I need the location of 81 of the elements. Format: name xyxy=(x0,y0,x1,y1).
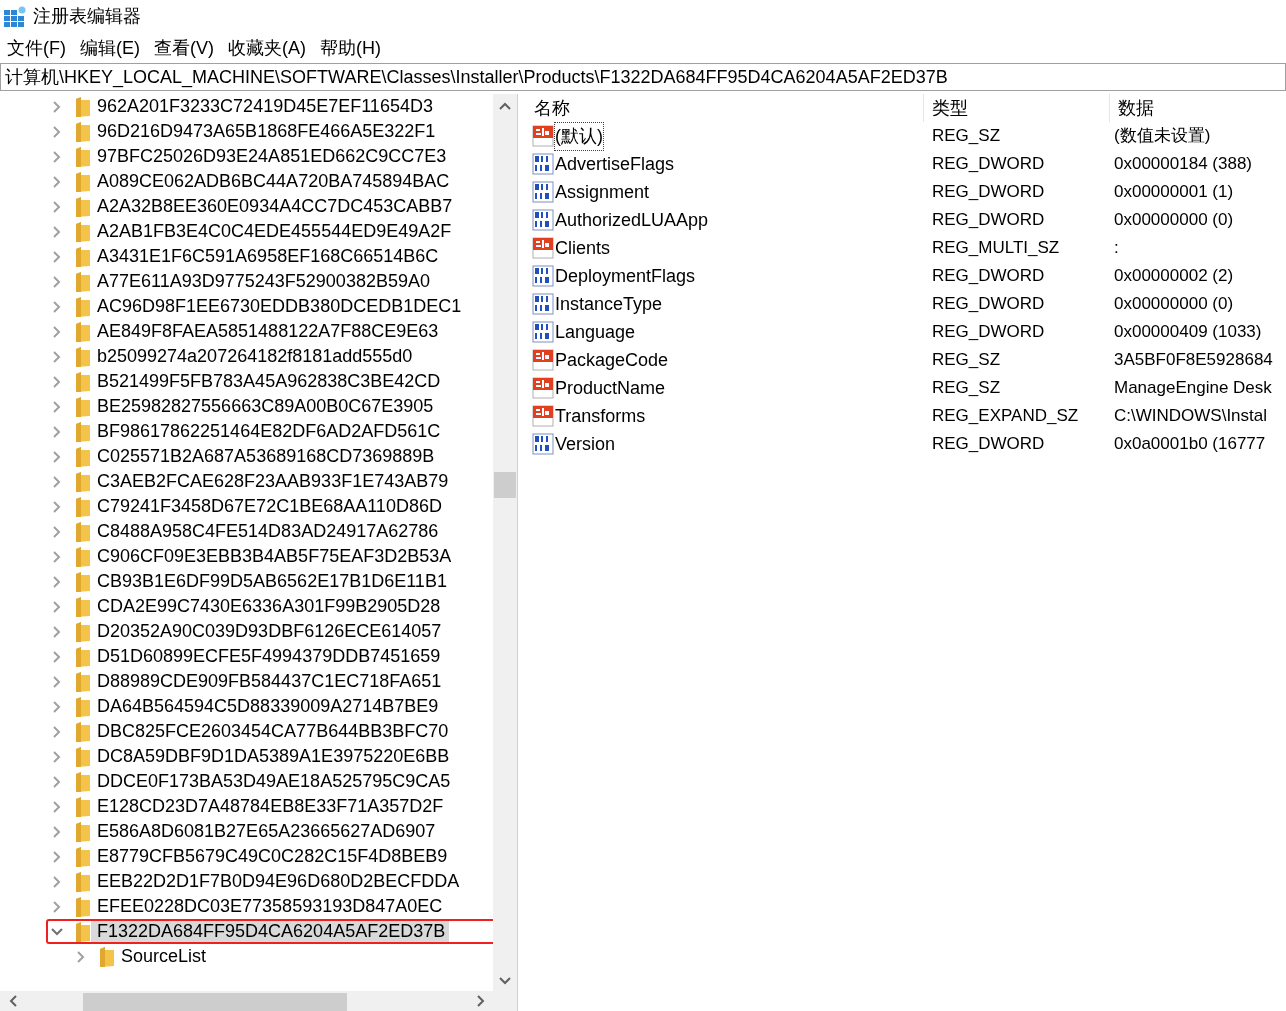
tree-item[interactable]: A3431E1F6C591A6958EF168C66514B6C xyxy=(91,246,443,267)
value-data: : xyxy=(1114,238,1119,258)
menu-item[interactable]: 帮助(H) xyxy=(320,34,381,62)
value-name[interactable]: DeploymentFlags xyxy=(555,262,696,290)
value-type: REG_SZ xyxy=(932,350,1001,370)
value-data: 3A5BF0F8E5928684 xyxy=(1114,350,1273,370)
value-data: 0x00000409 (1033) xyxy=(1114,322,1262,342)
tree-item[interactable]: A089CE062ADB6BC44A720BA745894BAC xyxy=(91,171,454,192)
value-data: 0x00000000 (0) xyxy=(1114,210,1234,230)
tree-item[interactable]: DBC825FCE2603454CA77B644BB3BFC70 xyxy=(91,721,453,742)
value-name[interactable]: InstanceType xyxy=(555,290,663,318)
value-type: REG_DWORD xyxy=(932,294,1045,314)
tree-item[interactable]: D88989CDE909FB584437C1EC718FA651 xyxy=(91,671,446,692)
value-data: 0x00000001 (1) xyxy=(1114,182,1234,202)
tree-item[interactable]: EEB22D2D1F7B0D94E96D680D2BECFDDA xyxy=(91,871,464,892)
value-type: REG_DWORD xyxy=(932,322,1045,342)
value-type: REG_EXPAND_SZ xyxy=(932,406,1079,426)
tree-item[interactable]: DC8A59DBF9D1DA5389A1E3975220E6BB xyxy=(91,746,454,767)
tree-item[interactable]: C79241F3458D67E72C1BE68AA110D86D xyxy=(91,496,446,517)
value-data: 0x00000002 (2) xyxy=(1114,266,1234,286)
tree-item[interactable]: A77E611A93D9775243F52900382B59A0 xyxy=(91,271,434,292)
tree-item[interactable]: SourceList xyxy=(115,946,211,967)
value-data: ManageEngine Desk xyxy=(1114,378,1272,398)
value-name[interactable]: ProductName xyxy=(555,374,666,402)
tree-item[interactable]: D51D60899ECFE5F4994379DDB7451659 xyxy=(91,646,445,667)
tree-item[interactable]: CDA2E99C7430E6336A301F99B2905D28 xyxy=(91,596,445,617)
tree-item[interactable]: 97BFC25026D93E24A851ED662C9CC7E3 xyxy=(91,146,451,167)
tree-item[interactable]: EFEE0228DC03E77358593193D847A0EC xyxy=(91,896,447,917)
value-type: REG_DWORD xyxy=(932,434,1045,454)
value-type: REG_DWORD xyxy=(932,154,1045,174)
tree-item[interactable]: AC96D98F1EE6730EDDB380DCEDB1DEC1 xyxy=(91,296,466,317)
value-name[interactable]: PackageCode xyxy=(555,346,669,374)
value-name[interactable]: Version xyxy=(555,430,616,458)
menu-item[interactable]: 文件(F) xyxy=(7,34,66,62)
tree-item[interactable]: C025571B2A687A53689168CD7369889B xyxy=(91,446,439,467)
tree-item[interactable]: D20352A90C039D93DBF6126ECE614057 xyxy=(91,621,446,642)
tree-item[interactable]: CB93B1E6DF99D5AB6562E17B1D6E11B1 xyxy=(91,571,451,592)
column-header[interactable]: 名称 xyxy=(526,94,924,122)
tree-item[interactable]: A2AB1FB3E4C0C4EDE455544ED9E49A2F xyxy=(91,221,456,242)
value-type: REG_DWORD xyxy=(932,266,1045,286)
tree-item[interactable]: BF98617862251464E82DF6AD2AFD561C xyxy=(91,421,445,442)
value-name[interactable]: Clients xyxy=(555,234,611,262)
tree-item[interactable]: AE849F8FAEA5851488122A7F88CE9E63 xyxy=(91,321,443,342)
value-data: (数值未设置) xyxy=(1114,126,1211,146)
menu-item[interactable]: 收藏夹(A) xyxy=(228,34,306,62)
menu-item[interactable]: 编辑(E) xyxy=(80,34,140,62)
tree-item[interactable]: B521499F5FB783A45A962838C3BE42CD xyxy=(91,371,445,392)
value-data: 0x00000184 (388) xyxy=(1114,154,1252,174)
value-type: REG_SZ xyxy=(932,378,1001,398)
value-type: REG_DWORD xyxy=(932,210,1045,230)
tree-item[interactable]: C906CF09E3EBB3B4AB5F75EAF3D2B53A xyxy=(91,546,456,567)
address-bar[interactable]: 计算机\HKEY_LOCAL_MACHINE\SOFTWARE\Classes\Installer\Products\F1322DA684FF95D4CA6204A5AF2ED37B xyxy=(0,63,1286,91)
tree-item[interactable]: E586A8D6081B27E65A23665627AD6907 xyxy=(91,821,440,842)
column-header[interactable]: 类型 xyxy=(924,94,1110,122)
value-data: 0x0a0001b0 (16777 xyxy=(1114,434,1266,454)
tree-item[interactable]: F1322DA684FF95D4CA6204A5AF2ED37B xyxy=(91,921,450,942)
tree-item[interactable]: DA64B564594C5D88339009A2714B7BE9 xyxy=(91,696,443,717)
value-type: REG_MULTI_SZ xyxy=(932,238,1060,258)
value-type: REG_DWORD xyxy=(932,182,1045,202)
value-name[interactable]: AdvertiseFlags xyxy=(555,150,675,178)
tree-item[interactable]: E128CD23D7A48784EB8E33F71A357D2F xyxy=(91,796,448,817)
value-data: C:\WINDOWS\Instal xyxy=(1114,406,1267,426)
value-type: REG_SZ xyxy=(932,126,1001,146)
value-name[interactable]: Transforms xyxy=(555,402,646,430)
value-name[interactable]: (默认) xyxy=(555,122,603,150)
tree-item[interactable]: BE25982827556663C89A00B0C67E3905 xyxy=(91,396,438,417)
tree-item[interactable]: 962A201F3233C72419D45E7EF11654D3 xyxy=(91,96,437,117)
menu-item[interactable]: 查看(V) xyxy=(154,34,214,62)
tree-item[interactable]: DDCE0F173BA53D49AE18A525795C9CA5 xyxy=(91,771,455,792)
tree-item[interactable]: E8779CFB5679C49C0C282C15F4D8BEB9 xyxy=(91,846,452,867)
value-data: 0x00000000 (0) xyxy=(1114,294,1234,314)
tree-item[interactable]: C3AEB2FCAE628F23AAB933F1E743AB79 xyxy=(91,471,453,492)
column-header[interactable]: 数据 xyxy=(1110,94,1286,122)
tree-item[interactable]: C8488A958C4FE514D83AD24917A62786 xyxy=(91,521,443,542)
tree-item[interactable]: A2A32B8EE360E0934A4CC7DC453CABB7 xyxy=(91,196,457,217)
value-name[interactable]: Language xyxy=(555,318,636,346)
window-title: 注册表编辑器 xyxy=(33,5,141,28)
value-name[interactable]: Assignment xyxy=(555,178,650,206)
value-name[interactable]: AuthorizedLUAApp xyxy=(555,206,709,234)
tree-item[interactable]: 96D216D9473A65B1868FE466A5E322F1 xyxy=(91,121,440,142)
tree-item[interactable]: b25099274a207264182f8181add555d0 xyxy=(91,346,417,367)
